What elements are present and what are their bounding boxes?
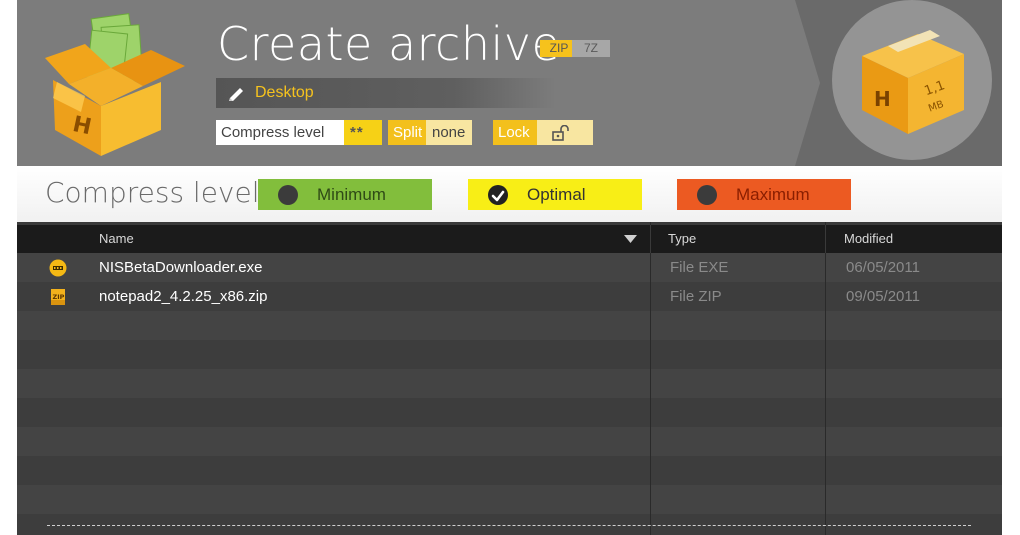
closed-box-icon: H 1,1 MB	[862, 30, 964, 134]
lock-value	[537, 120, 593, 145]
lock-label: Lock	[493, 120, 537, 145]
file-list-table: NISBetaDownloader.exe File EXE 06/05/201…	[17, 222, 1002, 535]
empty-row	[17, 398, 1002, 427]
compress-level-title: Compress level:	[45, 176, 269, 209]
level-minimum-button[interactable]: Minimum	[258, 179, 432, 210]
page-title: Create archive	[217, 17, 561, 71]
column-divider	[650, 222, 651, 535]
empty-row	[17, 369, 1002, 398]
empty-row	[17, 311, 1002, 340]
empty-row	[17, 427, 1002, 456]
compress-level-strip: Compress level: Minimum Optimal Maximum	[17, 166, 1002, 222]
exe-file-icon	[49, 259, 67, 277]
file-type: File ZIP	[670, 288, 722, 305]
split-value: none	[426, 120, 472, 145]
sort-descending-icon[interactable]	[624, 235, 637, 243]
split-label: Split	[388, 120, 426, 145]
unlocked-padlock-icon	[552, 125, 569, 141]
table-row[interactable]: ZIP notepad2_4.2.25_x86.zip File ZIP 09/…	[17, 282, 1002, 311]
radio-dot-icon	[697, 185, 717, 205]
drop-zone-divider	[47, 525, 971, 526]
compress-level-option[interactable]: Compress level **	[216, 120, 382, 145]
file-name: notepad2_4.2.25_x86.zip	[99, 288, 268, 305]
svg-text:H: H	[874, 87, 891, 111]
archive-size-indicator: H 1,1 MB	[832, 0, 992, 160]
compress-level-value: **	[344, 120, 382, 145]
file-type: File EXE	[670, 259, 729, 276]
zip-file-icon: ZIP	[51, 289, 65, 305]
open-box-logo-icon: H	[45, 13, 185, 156]
radio-dot-icon	[278, 185, 298, 205]
level-optimal-label: Optimal	[527, 185, 586, 204]
table-header: Name Type Modified	[17, 225, 1002, 253]
level-optimal-button[interactable]: Optimal	[468, 179, 642, 210]
file-modified: 09/05/2011	[846, 288, 920, 305]
empty-row	[17, 485, 1002, 514]
header: H Create archive ZIP 7Z Desktop Compress…	[17, 0, 1002, 166]
column-header-name[interactable]: Name	[99, 225, 134, 253]
empty-row	[17, 340, 1002, 369]
destination-path-bar[interactable]: Desktop	[216, 78, 556, 108]
pencil-icon	[229, 88, 243, 101]
column-header-modified[interactable]: Modified	[844, 225, 893, 253]
file-name: NISBetaDownloader.exe	[99, 259, 263, 276]
svg-text:ZIP: ZIP	[53, 293, 65, 301]
level-maximum-label: Maximum	[736, 185, 810, 204]
column-divider	[825, 222, 826, 535]
empty-row	[17, 456, 1002, 485]
destination-path-label: Desktop	[255, 84, 314, 101]
split-option[interactable]: Split none	[388, 120, 472, 145]
level-maximum-button[interactable]: Maximum	[677, 179, 851, 210]
table-row[interactable]: NISBetaDownloader.exe File EXE 06/05/201…	[17, 253, 1002, 282]
compress-level-label: Compress level	[216, 120, 344, 145]
format-7z-button[interactable]: 7Z	[572, 40, 610, 57]
header-divider	[825, 225, 826, 253]
header-divider	[650, 225, 651, 253]
file-modified: 06/05/2011	[846, 259, 920, 276]
check-circle-icon	[488, 185, 508, 205]
archive-window: H Create archive ZIP 7Z Desktop Compress…	[17, 0, 1002, 535]
level-minimum-label: Minimum	[317, 185, 386, 204]
column-header-type[interactable]: Type	[668, 225, 696, 253]
lock-option[interactable]: Lock	[493, 120, 593, 145]
